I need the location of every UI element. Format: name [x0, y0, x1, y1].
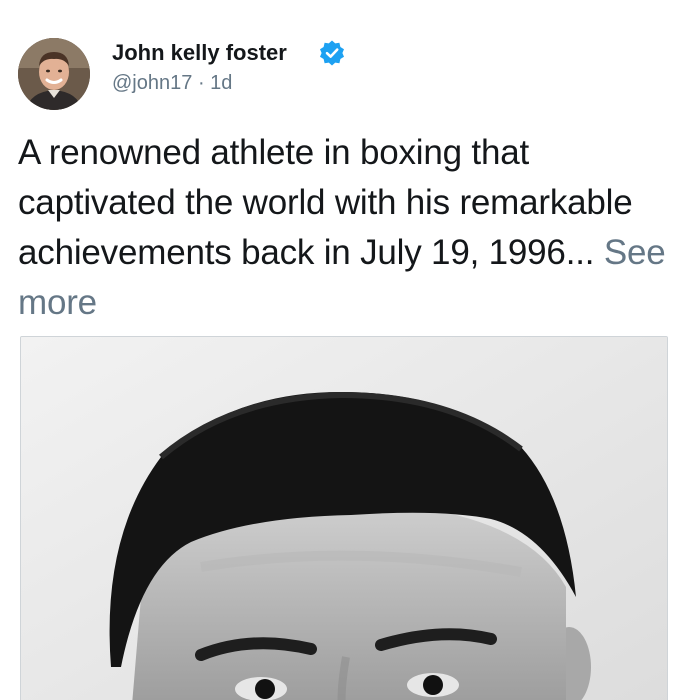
author-handle[interactable]: @john17	[112, 72, 192, 94]
verified-badge-icon	[320, 40, 344, 66]
portrait-photo-icon	[21, 337, 667, 700]
author-avatar[interactable]	[18, 38, 90, 110]
tweet-media-photo[interactable]	[20, 336, 668, 700]
tweet-card: John kelly foster @john17 · 1d A renowne…	[0, 0, 700, 700]
author-meta: @john17 · 1d	[112, 71, 232, 95]
tweet-text: A renowned athlete in boxing that captiv…	[18, 133, 633, 272]
tweet-body: A renowned athlete in boxing that captiv…	[18, 128, 688, 328]
meta-separator: ·	[197, 72, 205, 94]
tweet-timestamp[interactable]: 1d	[210, 72, 232, 94]
author-name[interactable]: John kelly foster	[112, 40, 287, 66]
profile-photo-icon	[18, 38, 90, 110]
